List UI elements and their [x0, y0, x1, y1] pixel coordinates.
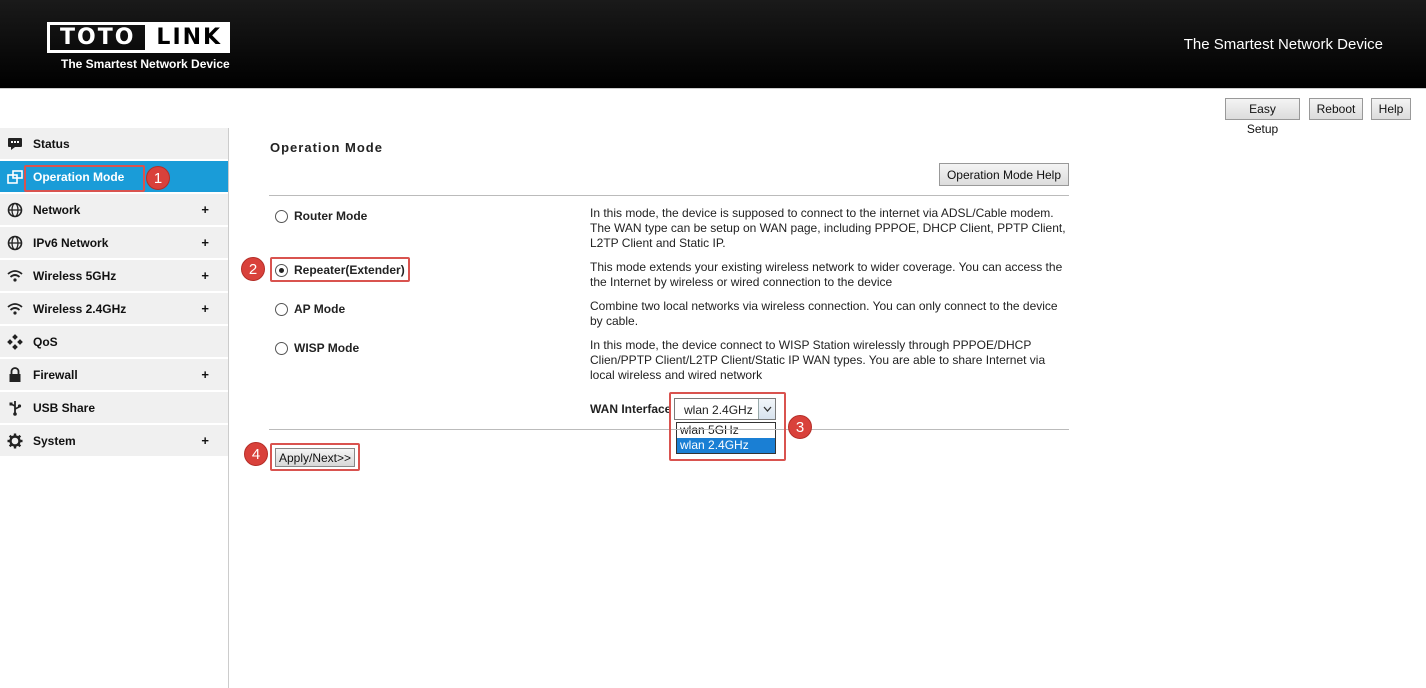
expand-plus-icon[interactable]: +: [201, 433, 209, 448]
sidebar-item-wireless-24ghz[interactable]: Wireless 2.4GHz +: [0, 293, 228, 325]
highlight-wan-interface: [669, 392, 786, 461]
annotation-badge-1: 1: [146, 166, 170, 190]
logo-left-text: TOTO: [47, 22, 149, 53]
sidebar-item-label: IPv6 Network: [33, 235, 109, 250]
ap-mode-radio[interactable]: [275, 302, 288, 316]
sidebar-item-label: Status: [33, 136, 70, 151]
gear-icon: [7, 433, 23, 449]
wan-interface-label: WAN Interface: [590, 402, 672, 416]
router-mode-description: In this mode, the device is supposed to …: [590, 206, 1066, 250]
sidebar-item-label: Firewall: [33, 367, 78, 382]
divider-top: [269, 195, 1069, 196]
expand-plus-icon[interactable]: +: [201, 235, 209, 250]
expand-plus-icon[interactable]: +: [201, 268, 209, 283]
expand-plus-icon[interactable]: +: [201, 367, 209, 382]
router-mode-label: Router Mode: [294, 209, 368, 223]
globe-icon: [7, 202, 23, 218]
highlight-apply-button: [270, 443, 360, 471]
wisp-mode-description: In this mode, the device connect to WISP…: [590, 338, 1046, 382]
sidebar-item-label: Wireless 2.4GHz: [33, 301, 127, 316]
globe-icon: [7, 235, 23, 251]
lock-icon: [7, 366, 23, 383]
sidebar-item-label: System: [33, 433, 76, 448]
status-icon: [7, 136, 23, 152]
highlight-operation-mode: [24, 165, 145, 192]
sidebar-item-ipv6-network[interactable]: IPv6 Network +: [0, 227, 228, 259]
repeater-mode-description: This mode extends your existing wireless…: [590, 260, 1063, 289]
annotation-badge-4: 4: [244, 442, 268, 466]
wifi-icon: [7, 268, 23, 284]
sidebar-item-usb-share[interactable]: USB Share: [0, 392, 228, 424]
help-button[interactable]: Help: [1371, 98, 1411, 120]
expand-plus-icon[interactable]: +: [201, 301, 209, 316]
sidebar-item-status[interactable]: Status: [0, 128, 228, 160]
totolink-logo: TOTO LINK: [47, 22, 231, 53]
expand-plus-icon[interactable]: +: [201, 202, 209, 217]
usb-icon: [7, 400, 23, 416]
wifi-icon: [7, 301, 23, 317]
ap-mode-label: AP Mode: [294, 302, 346, 316]
sidebar: Status Operation Mode Network + IPv6 Net…: [0, 128, 229, 688]
router-mode-radio[interactable]: [275, 209, 288, 223]
header-slogan: The Smartest Network Device: [1183, 36, 1383, 53]
wisp-mode-option[interactable]: WISP Mode: [275, 341, 359, 355]
top-toolbar: [0, 88, 1426, 128]
sidebar-item-label: QoS: [33, 334, 58, 349]
sidebar-item-firewall[interactable]: Firewall +: [0, 359, 228, 391]
sidebar-item-label: Network: [33, 202, 81, 217]
qos-icon: [7, 333, 23, 350]
wisp-mode-label: WISP Mode: [294, 341, 360, 355]
logo-right-text: LINK: [148, 22, 231, 53]
logo-tagline: The Smartest Network Device: [61, 57, 230, 71]
wisp-mode-radio[interactable]: [275, 341, 288, 355]
operation-mode-icon: [7, 169, 23, 185]
sidebar-item-wireless-5ghz[interactable]: Wireless 5GHz +: [0, 260, 228, 292]
annotation-badge-3: 3: [788, 415, 812, 439]
router-mode-option[interactable]: Router Mode: [275, 209, 367, 223]
ap-mode-description: Combine two local networks via wireless …: [590, 299, 1058, 328]
sidebar-item-label: USB Share: [33, 400, 96, 415]
annotation-badge-2: 2: [241, 257, 265, 281]
easy-setup-button[interactable]: Easy Setup: [1225, 98, 1300, 136]
page-title: Operation Mode: [270, 140, 383, 155]
sidebar-item-qos[interactable]: QoS: [0, 326, 228, 358]
sidebar-item-label: Wireless 5GHz: [33, 268, 117, 283]
sidebar-item-network[interactable]: Network +: [0, 194, 228, 226]
sidebar-item-system[interactable]: System +: [0, 425, 228, 457]
header-bar: TOTO LINK The Smartest Network Device Th…: [0, 0, 1426, 88]
highlight-repeater-mode: [270, 257, 410, 282]
reboot-button[interactable]: Reboot: [1309, 98, 1363, 120]
operation-mode-help-button[interactable]: Operation Mode Help: [939, 163, 1069, 186]
ap-mode-option[interactable]: AP Mode: [275, 302, 345, 316]
